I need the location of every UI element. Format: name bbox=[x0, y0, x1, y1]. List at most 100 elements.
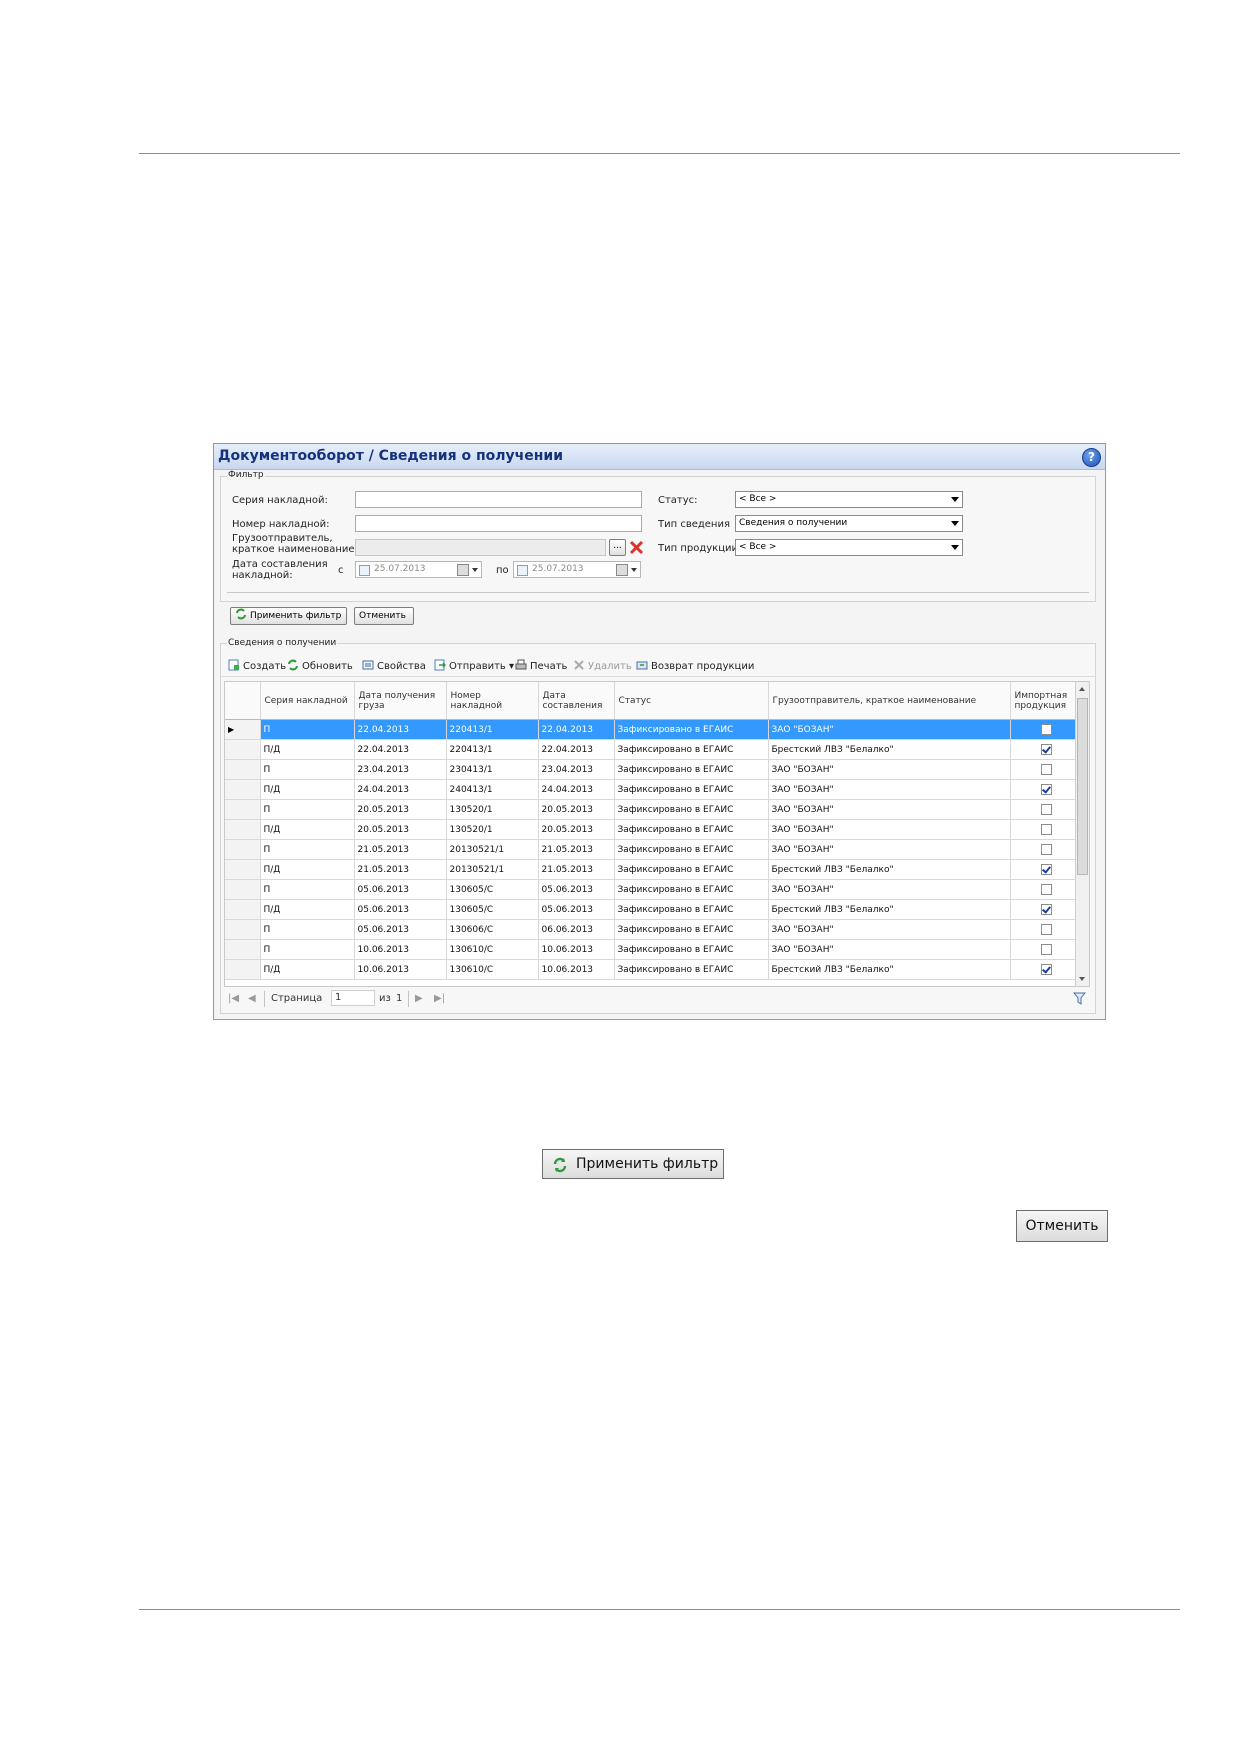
imported-checkbox[interactable] bbox=[1040, 924, 1052, 935]
status-select[interactable]: < Все > bbox=[735, 491, 963, 508]
col-composed-date[interactable]: Дата составления bbox=[538, 682, 615, 720]
cell-series: П bbox=[260, 879, 355, 900]
cell-number: 20130521/1 bbox=[446, 839, 539, 860]
chevron-down-icon[interactable] bbox=[472, 568, 478, 572]
imported-checkbox[interactable] bbox=[1040, 964, 1052, 975]
calendar-icon[interactable] bbox=[616, 564, 628, 576]
info-type-select[interactable]: Сведения о получении bbox=[735, 515, 963, 532]
clear-icon[interactable] bbox=[628, 539, 645, 556]
help-icon[interactable]: ? bbox=[1082, 448, 1101, 467]
date-from-picker[interactable]: 25.07.2013 bbox=[355, 561, 482, 578]
table-row[interactable]: П 05.06.2013 130606/C 06.06.2013 Зафиксирова… bbox=[225, 919, 1083, 940]
cell-imported bbox=[1010, 879, 1083, 900]
page-label: Страница bbox=[271, 993, 323, 1004]
scroll-up-icon[interactable] bbox=[1079, 687, 1085, 691]
table-row[interactable]: П/Д 21.05.2013 20130521/1 21.05.2013 Зафикси… bbox=[225, 859, 1083, 880]
row-indicator[interactable] bbox=[225, 939, 261, 960]
first-page-icon[interactable]: |◀ bbox=[228, 993, 239, 1004]
cell-received-date: 10.06.2013 bbox=[354, 959, 447, 980]
browse-button[interactable]: ... bbox=[609, 539, 626, 556]
col-status[interactable]: Статус bbox=[614, 682, 769, 720]
properties-button[interactable]: Свойства bbox=[362, 659, 426, 672]
table-row[interactable]: ▶ П 22.04.2013 220413/1 22.04.2013 Зафиксиров… bbox=[225, 719, 1083, 740]
row-indicator[interactable] bbox=[225, 839, 261, 860]
return-products-button[interactable]: Возврат продукции bbox=[636, 659, 754, 672]
product-type-select[interactable]: < Все > bbox=[735, 539, 963, 556]
table-row[interactable]: П 05.06.2013 130605/C 05.06.2013 Зафиксирова… bbox=[225, 879, 1083, 900]
table-row[interactable]: П 23.04.2013 230413/1 23.04.2013 Зафиксирова… bbox=[225, 759, 1083, 780]
info-type-value: Сведения о получении bbox=[739, 518, 848, 528]
delete-button[interactable]: Удалить bbox=[573, 659, 632, 672]
prev-page-icon[interactable]: ◀ bbox=[248, 993, 256, 1004]
imported-checkbox[interactable] bbox=[1040, 804, 1052, 815]
shipper-input[interactable] bbox=[355, 539, 606, 556]
calendar-icon[interactable] bbox=[457, 564, 469, 576]
row-indicator[interactable] bbox=[225, 859, 261, 880]
row-indicator[interactable] bbox=[225, 799, 261, 820]
col-shipper[interactable]: Грузоотправитель, краткое наименование bbox=[768, 682, 1011, 720]
table-row[interactable]: П/Д 22.04.2013 220413/1 22.04.2013 Зафиксиро… bbox=[225, 739, 1083, 760]
imported-checkbox[interactable] bbox=[1040, 844, 1052, 855]
date-from-checkbox[interactable] bbox=[359, 565, 370, 576]
col-series[interactable]: Серия накладной bbox=[260, 682, 355, 720]
table-row[interactable]: П/Д 10.06.2013 130610/C 10.06.2013 Зафиксиро… bbox=[225, 959, 1083, 980]
row-indicator[interactable] bbox=[225, 819, 261, 840]
apply-filter-button[interactable]: Применить фильтр bbox=[230, 607, 347, 625]
table-row[interactable]: П 20.05.2013 130520/1 20.05.2013 Зафиксирова… bbox=[225, 799, 1083, 820]
page-input[interactable]: 1 bbox=[331, 990, 375, 1006]
table-row[interactable]: П/Д 05.06.2013 130605/C 05.06.2013 Зафиксиро… bbox=[225, 899, 1083, 920]
cancel-filter-button[interactable]: Отменить bbox=[354, 607, 414, 625]
pager-separator bbox=[408, 991, 409, 1007]
print-button[interactable]: Печать bbox=[515, 659, 567, 672]
scroll-thumb[interactable] bbox=[1077, 698, 1088, 875]
row-indicator[interactable] bbox=[225, 759, 261, 780]
col-received-date[interactable]: Дата получения груза bbox=[354, 682, 447, 720]
vertical-scrollbar[interactable] bbox=[1075, 682, 1089, 986]
imported-checkbox[interactable] bbox=[1040, 744, 1052, 755]
cell-status: Зафиксировано в ЕГАИС bbox=[614, 719, 769, 740]
cell-composed-date: 22.04.2013 bbox=[538, 739, 615, 760]
number-input[interactable] bbox=[355, 515, 642, 532]
imported-checkbox[interactable] bbox=[1040, 904, 1052, 915]
series-input[interactable] bbox=[355, 491, 642, 508]
table-row[interactable]: П 21.05.2013 20130521/1 21.05.2013 Зафиксиро… bbox=[225, 839, 1083, 860]
row-indicator-header bbox=[225, 682, 261, 720]
chevron-down-icon[interactable] bbox=[631, 568, 637, 572]
col-number[interactable]: Номер накладной bbox=[446, 682, 539, 720]
imported-checkbox[interactable] bbox=[1040, 944, 1052, 955]
last-page-icon[interactable]: ▶| bbox=[434, 993, 445, 1004]
filter-separator bbox=[227, 592, 1089, 593]
date-to-picker[interactable]: 25.07.2013 bbox=[513, 561, 641, 578]
row-indicator[interactable] bbox=[225, 899, 261, 920]
next-page-icon[interactable]: ▶ bbox=[415, 993, 423, 1004]
imported-checkbox[interactable] bbox=[1040, 824, 1052, 835]
row-indicator[interactable]: ▶ bbox=[225, 719, 261, 740]
table-row[interactable]: П 10.06.2013 130610/C 10.06.2013 Зафиксирова… bbox=[225, 939, 1083, 960]
shipper-label-line1: Грузоотправитель, bbox=[232, 533, 333, 544]
pager-separator bbox=[264, 991, 265, 1007]
page-bottom-rule bbox=[139, 1609, 1180, 1610]
status-label: Статус: bbox=[658, 495, 698, 506]
refresh-button[interactable]: Обновить bbox=[287, 659, 353, 672]
cell-received-date: 05.06.2013 bbox=[354, 899, 447, 920]
send-button[interactable]: Отправить ▾ bbox=[434, 659, 514, 672]
imported-checkbox[interactable] bbox=[1040, 724, 1052, 735]
table-row[interactable]: П/Д 24.04.2013 240413/1 24.04.2013 Зафиксиро… bbox=[225, 779, 1083, 800]
cell-received-date: 05.06.2013 bbox=[354, 919, 447, 940]
imported-checkbox[interactable] bbox=[1040, 784, 1052, 795]
row-indicator[interactable] bbox=[225, 739, 261, 760]
row-indicator[interactable] bbox=[225, 779, 261, 800]
filter-icon[interactable] bbox=[1073, 992, 1086, 1005]
scroll-down-icon[interactable] bbox=[1079, 977, 1085, 981]
imported-checkbox[interactable] bbox=[1040, 884, 1052, 895]
row-indicator[interactable] bbox=[225, 919, 261, 940]
col-imported[interactable]: Импортная продукция bbox=[1010, 682, 1083, 720]
create-button[interactable]: Создать bbox=[228, 659, 286, 672]
imported-checkbox[interactable] bbox=[1040, 864, 1052, 875]
table-row[interactable]: П/Д 20.05.2013 130520/1 20.05.2013 Зафиксиро… bbox=[225, 819, 1083, 840]
date-to-checkbox[interactable] bbox=[517, 565, 528, 576]
row-indicator[interactable] bbox=[225, 879, 261, 900]
row-indicator[interactable] bbox=[225, 959, 261, 980]
imported-checkbox[interactable] bbox=[1040, 764, 1052, 775]
cell-composed-date: 20.05.2013 bbox=[538, 799, 615, 820]
